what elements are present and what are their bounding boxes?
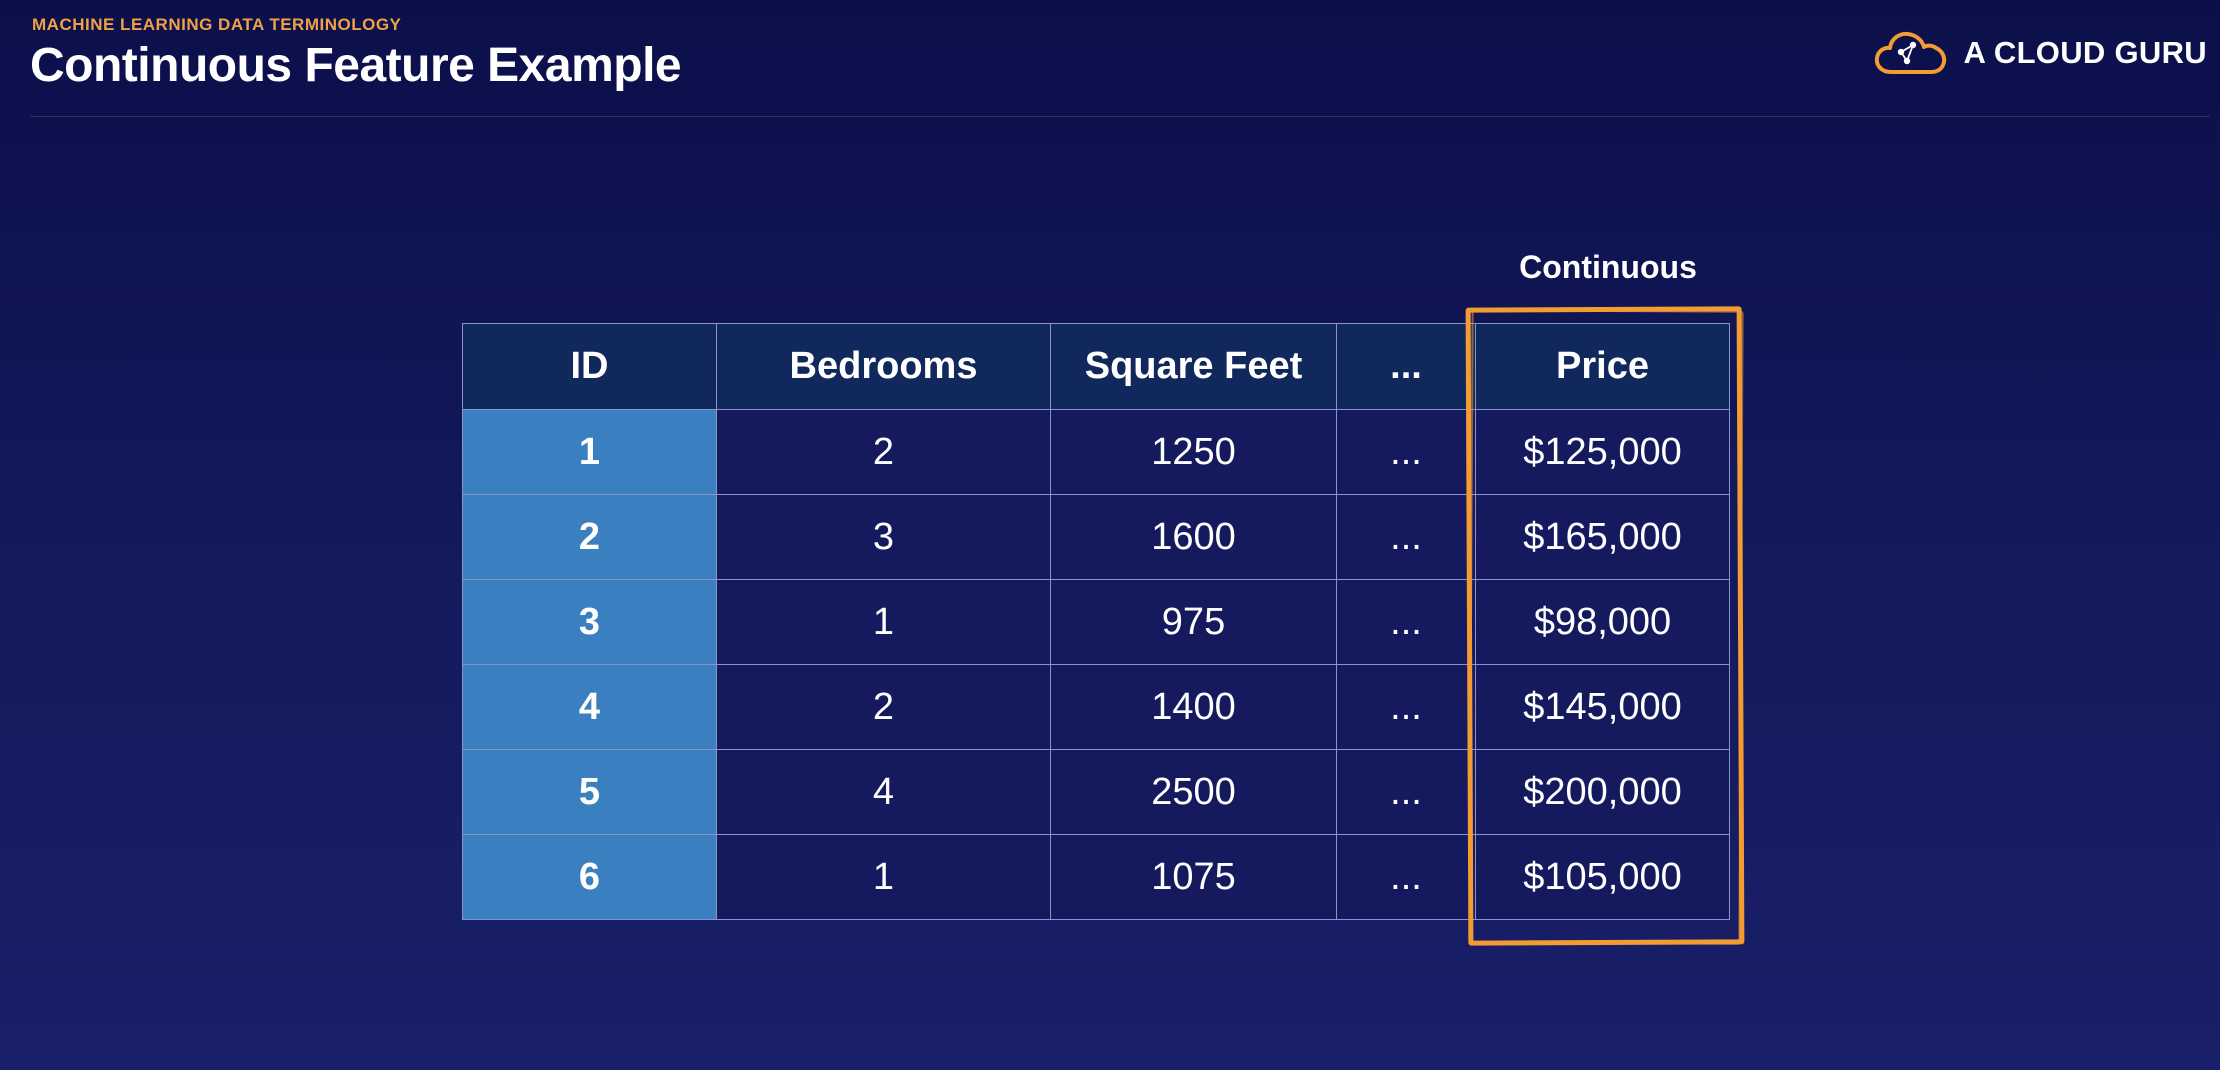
slide-title: Continuous Feature Example [30, 39, 682, 92]
column-header-ellipsis: ... [1336, 323, 1476, 410]
column-header-id: ID [462, 323, 717, 410]
cell-square-feet: 975 [1050, 579, 1337, 665]
column-header-square-feet: Square Feet [1050, 323, 1337, 410]
cell-ellipsis: ... [1336, 494, 1476, 580]
cell-ellipsis: ... [1336, 579, 1476, 665]
column-header-bedrooms: Bedrooms [716, 323, 1051, 410]
cell-bedrooms: 4 [716, 749, 1051, 835]
brand: A CLOUD GURU [1873, 28, 2207, 78]
cell-bedrooms: 1 [716, 579, 1051, 665]
cell-bedrooms: 1 [716, 834, 1051, 920]
cell-square-feet: 1075 [1050, 834, 1337, 920]
cell-square-feet: 1600 [1050, 494, 1337, 580]
cell-square-feet: 1250 [1050, 409, 1337, 495]
cell-id: 2 [462, 494, 717, 580]
cloud-logo-icon [1875, 31, 1947, 74]
continuous-label: Continuous [1519, 249, 1697, 285]
section-eyebrow: MACHINE LEARNING DATA TERMINOLOGY [32, 15, 402, 34]
cell-ellipsis: ... [1336, 409, 1476, 495]
cell-id: 1 [462, 409, 717, 495]
cell-id: 5 [462, 749, 717, 835]
cell-id: 3 [462, 579, 717, 665]
cell-ellipsis: ... [1336, 749, 1476, 835]
cell-id: 6 [462, 834, 717, 920]
cell-bedrooms: 3 [716, 494, 1051, 580]
header-divider [30, 116, 2210, 117]
brand-name: A CLOUD GURU [1963, 35, 2207, 70]
continuous-highlight-stroke [1468, 309, 1744, 945]
cell-square-feet: 1400 [1050, 664, 1337, 750]
cell-id: 4 [462, 664, 717, 750]
cell-bedrooms: 2 [716, 409, 1051, 495]
cell-ellipsis: ... [1336, 664, 1476, 750]
cell-square-feet: 2500 [1050, 749, 1337, 835]
slide-header: MACHINE LEARNING DATA TERMINOLOGY Contin… [0, 0, 2220, 117]
cell-bedrooms: 2 [716, 664, 1051, 750]
cell-ellipsis: ... [1336, 834, 1476, 920]
